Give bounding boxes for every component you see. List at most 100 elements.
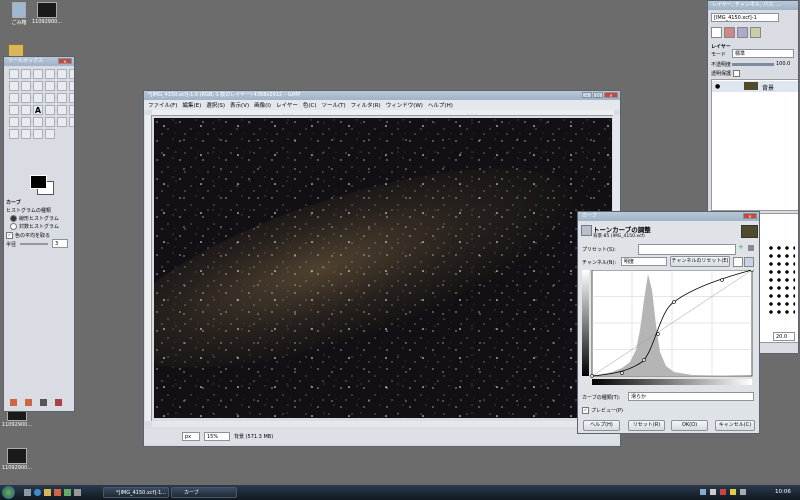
log-histogram-radio[interactable]: 対数ヒストグラム [10,223,59,230]
layer-row[interactable]: ● 背景 [712,81,798,92]
menu-select[interactable]: 選択(S) [206,101,225,109]
scissors-tool-icon[interactable] [69,69,74,79]
opacity-slider[interactable] [732,63,774,66]
menu-file[interactable]: ファイル(F) [148,101,177,109]
task-curves-dialog[interactable]: カーブ [171,487,237,498]
close-icon[interactable]: ✕ [604,92,618,98]
dodge-burn-tool-icon[interactable] [45,129,55,139]
image-canvas[interactable] [154,118,612,418]
menu-windows[interactable]: ウィンドウ(W) [386,101,423,109]
curves-titlebar[interactable]: カーブ ✕ [578,212,759,221]
horizontal-scrollbar[interactable] [152,421,614,427]
text-tool-icon[interactable]: A [33,105,43,115]
menu-colors[interactable]: 色(C) [303,101,317,109]
color-select-tool-icon[interactable] [57,69,67,79]
smudge-tool-icon[interactable] [33,129,43,139]
maximize-icon[interactable]: □ [593,92,603,98]
channel-select[interactable]: 明度 [621,257,667,266]
shear-tool-icon[interactable] [57,93,67,103]
help-button[interactable]: ヘルプ(H) [583,420,620,431]
average-checkbox[interactable]: ✓ 色の平均を取る [6,232,50,239]
log-mode-icon[interactable] [744,257,754,267]
quicklaunch-gimp-icon[interactable] [74,489,81,496]
rect-select-tool-icon[interactable] [9,69,19,79]
layers-titlebar[interactable]: レイヤー, チャンネル, パス, ... [708,1,798,10]
eraser-tool-icon[interactable] [21,117,31,127]
zoom-select[interactable]: 15% [204,432,230,441]
radius-spinner[interactable]: 3 [52,239,68,248]
blend-tool-icon[interactable] [57,105,67,115]
perspective-tool-icon[interactable] [69,93,74,103]
image-titlebar[interactable]: *[IMG_4150.xcf]-1.0 (RGB, 1 枚のレイヤー) 4368… [144,91,620,100]
toolbox-titlebar[interactable]: ツールボックス ✕ [4,57,74,66]
paths-tab-icon[interactable] [737,27,748,38]
quicklaunch-mail-icon[interactable] [64,489,71,496]
foreground-color-swatch[interactable] [30,175,47,189]
curve-type-select[interactable]: 滑らか [628,392,754,401]
undo-tab-icon[interactable] [750,27,761,38]
save-icon[interactable] [10,399,17,406]
restore-icon[interactable] [25,399,32,406]
horizontal-ruler[interactable] [152,110,614,116]
perspective-clone-tool-icon[interactable] [9,129,19,139]
menu-tools[interactable]: ツール(T) [322,101,346,109]
quicklaunch-media-icon[interactable] [54,489,61,496]
clock[interactable]: 10:06 [775,489,791,495]
delete-icon[interactable] [40,399,47,406]
tray-update-icon[interactable] [730,489,736,495]
desktop-icon-file[interactable]: 11092900... [30,2,64,25]
tray-network-icon[interactable] [700,489,706,495]
menu-edit[interactable]: 編集(E) [182,101,201,109]
preview-checkbox[interactable]: ✓ プレビュー(P) [582,407,623,414]
eye-icon[interactable]: ● [715,83,720,90]
close-icon[interactable]: ✕ [743,213,757,219]
radius-slider[interactable] [20,243,48,245]
preset-dropdown[interactable] [638,244,736,255]
free-select-tool-icon[interactable] [33,69,43,79]
channels-tab-icon[interactable] [724,27,735,38]
zoom-tool-icon[interactable] [45,81,55,91]
menu-view[interactable]: 表示(V) [230,101,249,109]
brush-preview[interactable] [767,244,795,314]
ink-tool-icon[interactable] [45,117,55,127]
linear-histogram-radio[interactable]: 線形ヒストグラム [10,215,59,222]
vertical-ruler[interactable] [145,115,152,421]
layers-tab-icon[interactable] [711,27,722,38]
desktop-icon-file[interactable]: 11092900... [0,448,34,471]
blur-tool-icon[interactable] [21,129,31,139]
tray-ime-icon[interactable] [740,489,746,495]
cancel-button[interactable]: キャンセル(C) [715,420,755,431]
menu-image[interactable]: 画像(I) [254,101,271,109]
curve-editor[interactable] [582,270,754,386]
ellipse-select-tool-icon[interactable] [21,69,31,79]
opacity-value[interactable]: 100.0 [776,61,790,67]
fuzzy-select-tool-icon[interactable] [45,69,55,79]
brush-size-field[interactable]: 20.0 [773,332,795,341]
foreground-select-tool-icon[interactable] [9,81,19,91]
ok-button[interactable]: OK(O) [671,420,708,431]
menu-layer[interactable]: レイヤー [276,101,298,109]
quicklaunch-show-desktop-icon[interactable] [24,489,31,496]
measure-tool-icon[interactable] [57,81,67,91]
cage-tool-icon[interactable] [21,105,31,115]
lock-alpha-row[interactable]: 透明保護 [711,70,742,77]
align-tool-icon[interactable] [9,93,19,103]
menu-filters[interactable]: フィルタ(R) [351,101,381,109]
image-select[interactable]: [IMG_4150.xcf]-1 [711,13,779,22]
tray-security-icon[interactable] [720,489,726,495]
close-icon[interactable]: ✕ [58,58,72,64]
reset-icon[interactable] [55,399,62,406]
start-button-icon[interactable] [2,486,15,499]
quicklaunch-explorer-icon[interactable] [44,489,51,496]
heal-tool-icon[interactable] [69,117,74,127]
unit-select[interactable]: px [182,432,200,441]
pencil-tool-icon[interactable] [69,105,74,115]
clone-tool-icon[interactable] [57,117,67,127]
task-image-window[interactable]: *[IMG_4150.xcf]-1... [103,487,169,498]
bucket-fill-tool-icon[interactable] [45,105,55,115]
tray-volume-icon[interactable] [710,489,716,495]
add-preset-icon[interactable]: + [738,244,744,251]
reset-channel-button[interactable]: チャンネルのリセット(E) [670,256,730,267]
paths-tool-icon[interactable] [21,81,31,91]
paintbrush-tool-icon[interactable] [9,117,19,127]
